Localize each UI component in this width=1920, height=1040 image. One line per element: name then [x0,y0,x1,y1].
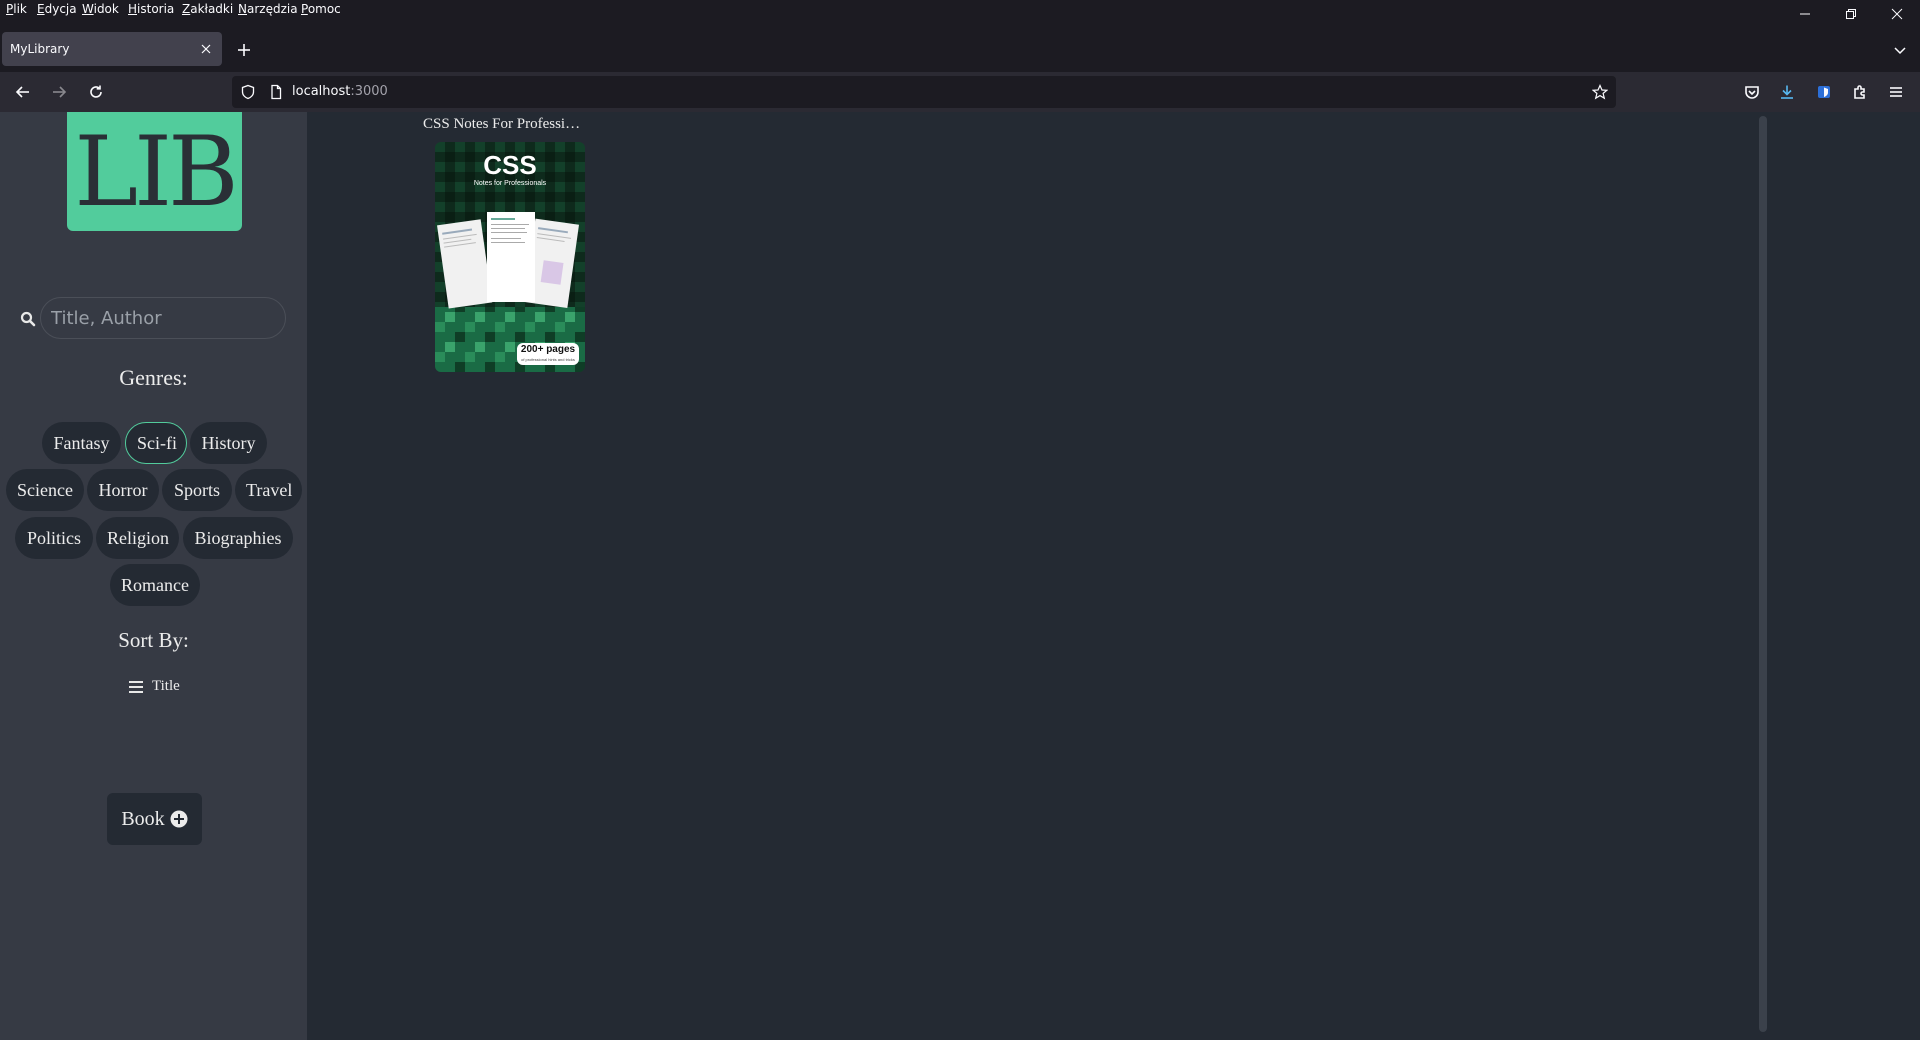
arrow-left-icon [15,86,29,98]
back-button[interactable] [13,82,33,102]
menu-plik[interactable]: Plik [6,2,27,16]
scrollbar[interactable] [1759,116,1767,1032]
download-icon [1781,85,1793,99]
shield-extension-icon [1818,86,1830,98]
hamburger-icon [1890,87,1902,97]
sidebar: LIB Genres: Fantasy Sci-fi History Scien… [0,112,307,1040]
book-title[interactable]: CSS Notes For Professi… [423,116,595,133]
plus-circle-icon [170,810,188,828]
genre-sports[interactable]: Sports [162,469,232,511]
restore-button[interactable] [1828,0,1874,28]
menu-widok[interactable]: Widok [82,2,119,16]
page-content: LIB Genres: Fantasy Sci-fi History Scien… [0,112,1920,1040]
tab-close-icon[interactable] [198,41,214,57]
extension-bitwarden-button[interactable] [1814,82,1834,102]
pocket-icon [1745,86,1759,99]
close-icon [1891,8,1903,20]
app-menu-button[interactable] [1886,82,1906,102]
cover-badge-subtext: of professional hints and tricks [521,357,575,362]
menu-bar: Plik Edycja Widok Historia Zakładki Narz… [0,0,1920,20]
genre-romance[interactable]: Romance [110,564,200,606]
menu-pomoc[interactable]: Pomoc [301,2,341,16]
genre-horror[interactable]: Horror [87,469,159,511]
genre-politics[interactable]: Politics [15,517,93,559]
search-input[interactable] [40,297,286,339]
genre-science[interactable]: Science [6,469,84,511]
restore-icon [1846,9,1856,19]
forward-button[interactable] [49,82,69,102]
search-box [16,297,289,341]
cover-badge: 200+ pages of professional hints and tri… [517,343,579,365]
add-book-label: Book [121,807,165,830]
menu-historia[interactable]: Historia [128,2,174,16]
minimize-button[interactable] [1782,0,1828,28]
downloads-button[interactable] [1777,82,1797,102]
reload-button[interactable] [86,82,106,102]
logo-text: LIB [74,115,238,228]
add-book-button[interactable]: Book [107,793,202,845]
page-icon[interactable] [268,84,284,100]
genre-sci-fi[interactable]: Sci-fi [125,422,187,464]
cover-subtitle: Notes for Professionals [473,180,547,187]
genre-travel[interactable]: Travel [235,469,302,511]
sort-option-label: Title [152,678,180,694]
new-tab-icon[interactable] [234,40,254,60]
search-icon [20,311,36,327]
genres-title: Genres: [119,365,188,390]
navigation-bar: localhost:3000 [0,72,1920,112]
extensions-button[interactable] [1850,82,1870,102]
sort-by-title: Sort By: [118,628,189,652]
menu-edycja[interactable]: Edycja [37,2,77,16]
tab-mylibrary[interactable]: MyLibrary [2,32,222,66]
book-cover[interactable]: CSS Notes for Professionals 200+ pages o… [435,142,585,372]
puzzle-icon [1854,85,1865,99]
url-text[interactable]: localhost:3000 [292,84,388,99]
chevron-down-icon[interactable] [1892,42,1908,58]
pocket-button[interactable] [1742,82,1762,102]
logo[interactable]: LIB [67,112,242,231]
star-icon[interactable] [1592,84,1608,100]
list-icon [129,680,143,693]
cover-badge-text: 200+ pages [520,344,576,355]
tab-strip: MyLibrary [0,28,1920,72]
genre-religion[interactable]: Religion [96,517,179,559]
genre-history[interactable]: History [190,422,267,464]
genre-biographies[interactable]: Biographies [183,517,293,559]
menu-narzedzia[interactable]: Narzędzia [238,2,298,16]
sort-option-title[interactable]: Title [128,678,180,695]
reload-icon [90,85,102,98]
tab-title: MyLibrary [10,42,70,56]
menu-zakladki[interactable]: Zakładki [182,2,233,16]
shield-icon[interactable] [240,84,256,100]
arrow-right-icon [53,86,67,98]
url-bar[interactable]: localhost:3000 [232,76,1616,108]
minimize-icon [1800,13,1810,15]
close-window-button[interactable] [1874,0,1920,28]
cover-title: CSS [483,150,537,180]
genre-fantasy[interactable]: Fantasy [42,422,121,464]
